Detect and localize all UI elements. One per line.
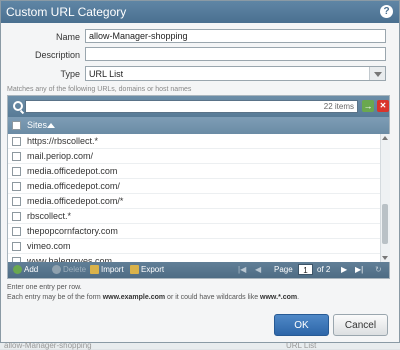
apply-filter-icon[interactable]: → [362, 100, 374, 112]
site-entry: rbscollect.* [27, 211, 72, 221]
scroll-thumb[interactable] [382, 204, 388, 244]
sort-ascending-icon [47, 123, 55, 128]
ok-button[interactable]: OK [274, 314, 329, 336]
select-all-checkbox[interactable] [12, 121, 21, 130]
footnote-example-1: www.example.com [102, 294, 166, 301]
list-item[interactable]: media.officedepot.com/* [8, 194, 380, 209]
list-item[interactable]: vimeo.com [8, 239, 380, 254]
type-select[interactable]: URL List [85, 66, 386, 81]
list-toolbar: Add Delete Import Export |◀ ◀ Page 1 of … [8, 262, 389, 278]
footnote-mid: or it could have wildcards like [167, 294, 259, 301]
row-checkbox[interactable] [12, 137, 21, 146]
list-item[interactable]: www.halegroves.com [8, 254, 380, 262]
search-icon [13, 101, 23, 111]
export-icon [130, 265, 139, 274]
next-page-icon[interactable]: ▶ [341, 265, 347, 274]
site-entry: media.officedepot.com/ [27, 181, 120, 191]
add-button[interactable]: Add [24, 265, 38, 274]
last-page-icon[interactable]: ▶| [355, 265, 363, 274]
delete-icon [52, 265, 61, 274]
import-button[interactable]: Import [101, 265, 124, 274]
row-checkbox[interactable] [12, 212, 21, 221]
footnote-line-1: Enter one entry per row. [7, 284, 82, 291]
refresh-icon[interactable]: ↻ [375, 265, 382, 274]
site-entry: thepopcornfactory.com [27, 226, 118, 236]
search-bar: 22 items → ✕ [8, 96, 389, 117]
item-count: 22 items [323, 102, 354, 111]
sites-list: https://rbscollect.* mail.periop.com/medi… [8, 134, 380, 262]
description-label: Description [34, 50, 80, 60]
site-entry: mail.periop.com/ [27, 151, 94, 161]
sites-column-title: Sites [27, 120, 48, 130]
previous-page-icon[interactable]: ◀ [255, 265, 261, 274]
cancel-button[interactable]: Cancel [333, 314, 388, 336]
page-label: Page [274, 265, 293, 274]
footnote-end: . [297, 294, 300, 301]
list-item[interactable]: mail.periop.com/ [8, 149, 380, 164]
sites-panel: 22 items → ✕ Sites https://rbscollect.* m… [7, 95, 390, 279]
background-table-row: allow-Manager-shopping URL List [0, 341, 400, 350]
description-field[interactable] [85, 47, 386, 61]
footnote-example-2: www.*.com [260, 294, 298, 301]
sites-column-header[interactable]: Sites [8, 117, 389, 134]
export-button[interactable]: Export [141, 265, 164, 274]
scroll-up-icon[interactable] [382, 136, 388, 140]
site-entry: https://rbscollect.* [27, 136, 99, 146]
list-item[interactable]: https://rbscollect.* [8, 134, 380, 149]
page-number-input[interactable]: 1 [298, 264, 313, 275]
site-entry: media.officedepot.com/* [27, 196, 124, 206]
type-label: Type [60, 69, 80, 79]
custom-url-category-dialog: Custom URL Category ? Name allow-Manager… [0, 0, 400, 343]
site-entry: vimeo.com [27, 241, 71, 251]
site-entry: media.officedepot.com [27, 166, 118, 176]
row-checkbox[interactable] [12, 242, 21, 251]
help-icon[interactable]: ? [380, 5, 393, 18]
row-checkbox[interactable] [12, 197, 21, 206]
row-checkbox[interactable] [12, 167, 21, 176]
list-item[interactable]: media.officedepot.com/ [8, 179, 380, 194]
footnote-line-2: Each entry may be of the form www.exampl… [7, 294, 299, 301]
search-input[interactable]: 22 items [25, 100, 358, 113]
import-icon [90, 265, 99, 274]
sites-hint: Matches any of the following URLs, domai… [7, 86, 192, 93]
clear-filter-icon[interactable]: ✕ [377, 100, 389, 112]
scrollbar[interactable] [380, 134, 390, 262]
list-item[interactable]: media.officedepot.com [8, 164, 380, 179]
add-icon[interactable] [13, 265, 22, 274]
chevron-down-icon[interactable] [369, 67, 385, 80]
row-checkbox[interactable] [12, 227, 21, 236]
dialog-title: Custom URL Category [6, 5, 127, 19]
dialog-titlebar: Custom URL Category ? [1, 1, 399, 23]
first-page-icon[interactable]: |◀ [238, 265, 246, 274]
name-label: Name [55, 32, 80, 42]
delete-button[interactable]: Delete [63, 265, 86, 274]
scroll-down-icon[interactable] [382, 256, 388, 260]
list-item[interactable]: rbscollect.* [8, 209, 380, 224]
name-field[interactable]: allow-Manager-shopping [85, 29, 386, 43]
row-checkbox[interactable] [12, 182, 21, 191]
row-checkbox[interactable] [12, 152, 21, 161]
page-total: of 2 [317, 265, 331, 274]
footnote-prefix: Each entry may be of the form [7, 294, 101, 301]
type-select-value: URL List [89, 69, 124, 79]
list-item[interactable]: thepopcornfactory.com [8, 224, 380, 239]
